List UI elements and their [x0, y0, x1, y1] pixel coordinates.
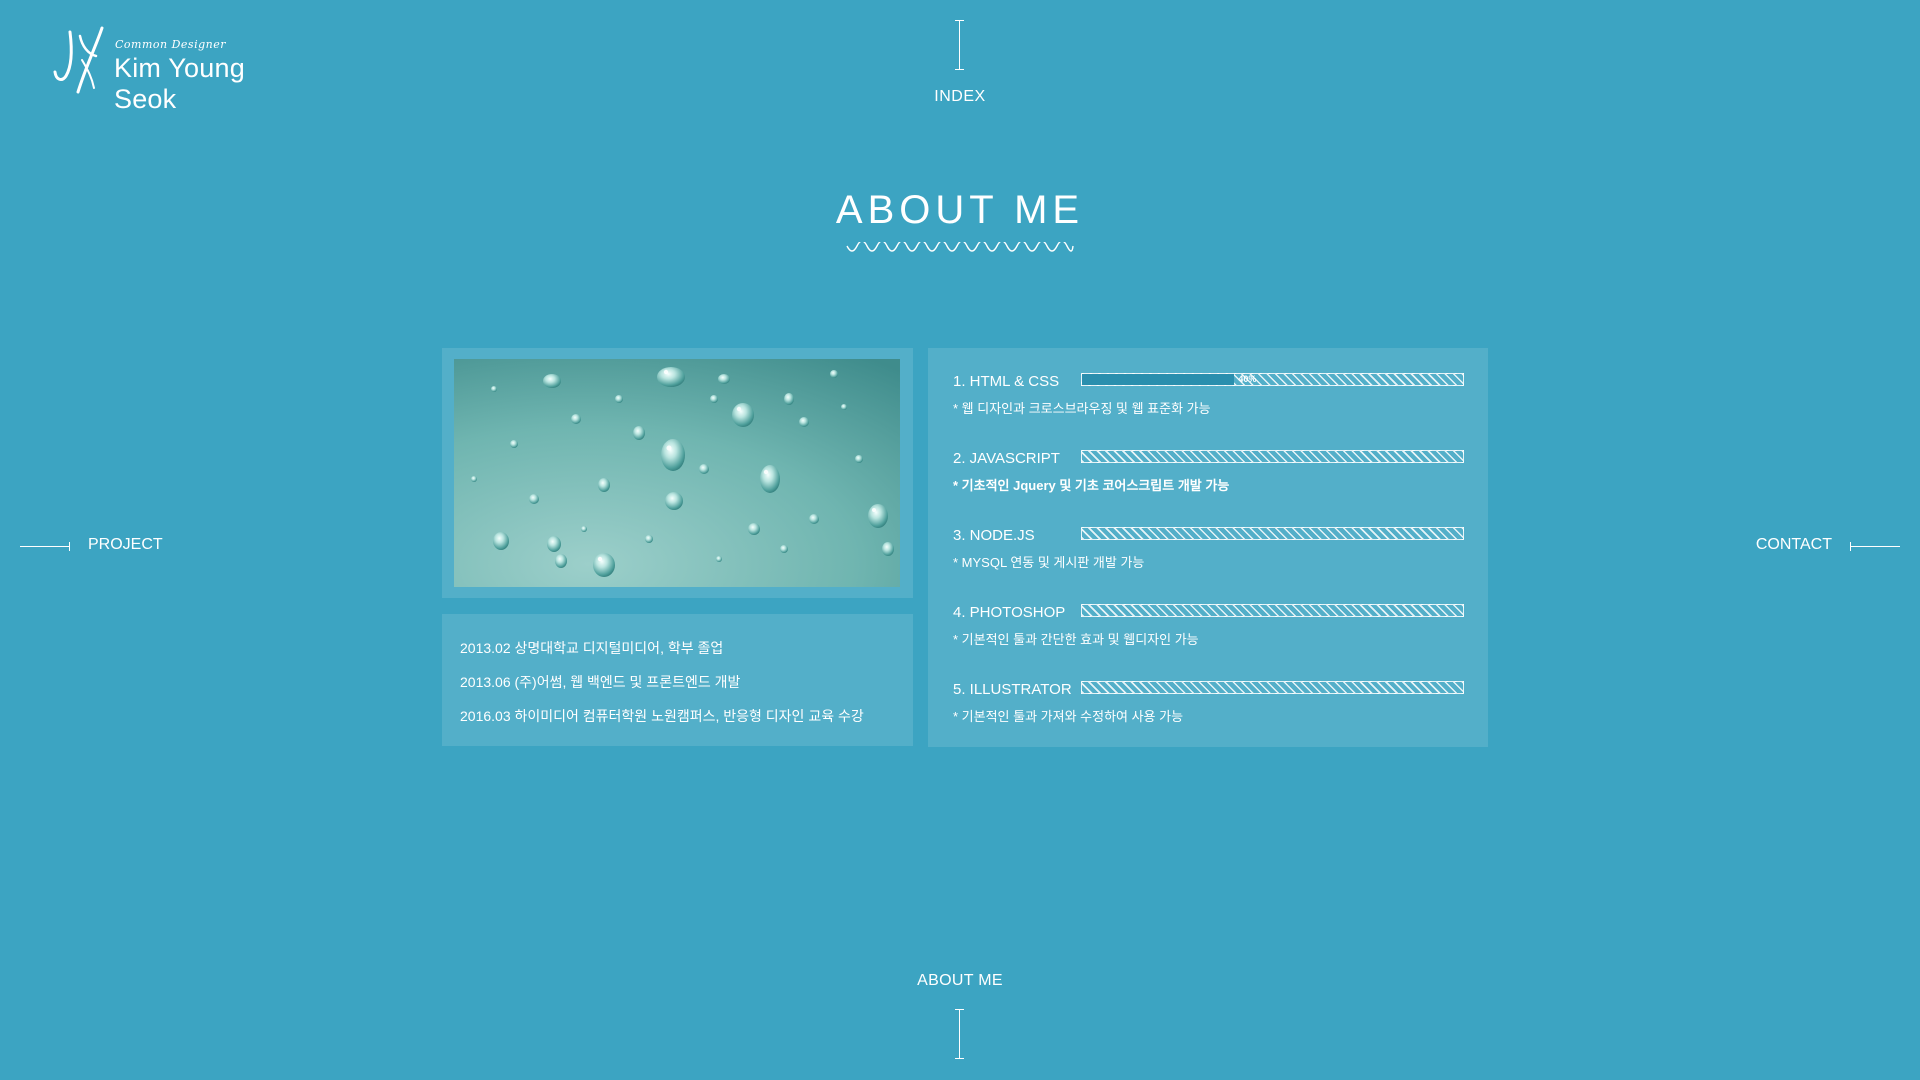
- skill-html-css: 1. HTML & CSS 40% * 웹 디자인과 크로스브라우징 및 웹 표…: [953, 367, 1468, 427]
- skill-description: * 웹 디자인과 크로스브라우징 및 웹 표준화 가능: [953, 401, 1211, 416]
- skill-nodejs: 3. NODE.JS * MYSQL 연동 및 게시판 개발 가능: [953, 521, 1468, 581]
- education-item: 2013.06 (주)어썸, 웹 백엔드 및 프론트엔드 개발: [460, 674, 741, 690]
- skill-description: * MYSQL 연동 및 게시판 개발 가능: [953, 555, 1145, 570]
- photo-panel: [442, 348, 913, 598]
- skill-progress-bar: [1081, 681, 1464, 694]
- skill-progress-bar: [1081, 527, 1464, 540]
- skill-name: 3. NODE.JS: [953, 527, 1035, 544]
- nav-contact-line: [1850, 542, 1900, 551]
- skill-name: 1. HTML & CSS: [953, 373, 1060, 390]
- logo-name: Kim Young Seok: [114, 53, 245, 114]
- logo[interactable]: Common Designer Kim Young Seok: [52, 26, 312, 114]
- logo-monogram-icon: [53, 26, 104, 94]
- skill-progress-fill: [1082, 374, 1235, 385]
- skill-description: * 기본적인 툴과 간단한 효과 및 웹디자인 가능: [953, 632, 1199, 647]
- nav-about-me-line: [955, 1009, 964, 1059]
- skill-illustrator: 5. ILLUSTRATOR * 기본적인 툴과 가져와 수정하여 사용 가능: [953, 675, 1468, 735]
- skill-percent-label: 40%: [1238, 374, 1257, 384]
- education-panel: 2013.02 상명대학교 디지털미디어, 학부 졸업 2013.06 (주)어…: [442, 614, 913, 746]
- education-list: 2013.02 상명대학교 디지털미디어, 학부 졸업 2013.06 (주)어…: [460, 638, 864, 740]
- education-item: 2016.03 하이미디어 컴퓨터학원 노원캠퍼스, 반응형 디자인 교육 수강: [460, 708, 864, 724]
- skill-photoshop: 4. PHOTOSHOP * 기본적인 툴과 간단한 효과 및 웹디자인 가능: [953, 598, 1468, 658]
- skill-description: * 기초적인 Jquery 및 기초 코어스크립트 개발 가능: [953, 478, 1230, 493]
- logo-subtitle: Common Designer: [115, 38, 226, 51]
- nav-project-line: [20, 542, 70, 551]
- nav-about-me-label: ABOUT ME: [917, 972, 1003, 989]
- water-drops-image: [454, 359, 900, 587]
- skill-javascript: 2. JAVASCRIPT * 기초적인 Jquery 및 기초 코어스크립트 …: [953, 444, 1468, 504]
- skill-name: 4. PHOTOSHOP: [953, 604, 1066, 621]
- nav-about-me[interactable]: ABOUT ME: [900, 972, 1020, 1059]
- skill-name: 2. JAVASCRIPT: [953, 450, 1060, 467]
- nav-contact-label: CONTACT: [1755, 536, 1832, 553]
- skill-name: 5. ILLUSTRATOR: [953, 681, 1072, 698]
- skills-panel: 1. HTML & CSS 40% * 웹 디자인과 크로스브라우징 및 웹 표…: [928, 348, 1488, 747]
- wave-divider-icon: [846, 242, 1074, 252]
- skill-progress-bar: [1081, 604, 1464, 617]
- nav-index-label: INDEX: [934, 88, 986, 105]
- nav-contact[interactable]: CONTACT: [1740, 536, 1900, 556]
- skill-progress-bar: [1081, 450, 1464, 463]
- skill-progress-bar: 40%: [1081, 373, 1464, 386]
- education-item: 2013.02 상명대학교 디지털미디어, 학부 졸업: [460, 640, 724, 656]
- skill-description: * 기본적인 툴과 가져와 수정하여 사용 가능: [953, 709, 1184, 724]
- nav-index-line: [955, 20, 964, 70]
- page-title: ABOUT ME: [835, 188, 1085, 232]
- nav-project-label: PROJECT: [88, 536, 163, 553]
